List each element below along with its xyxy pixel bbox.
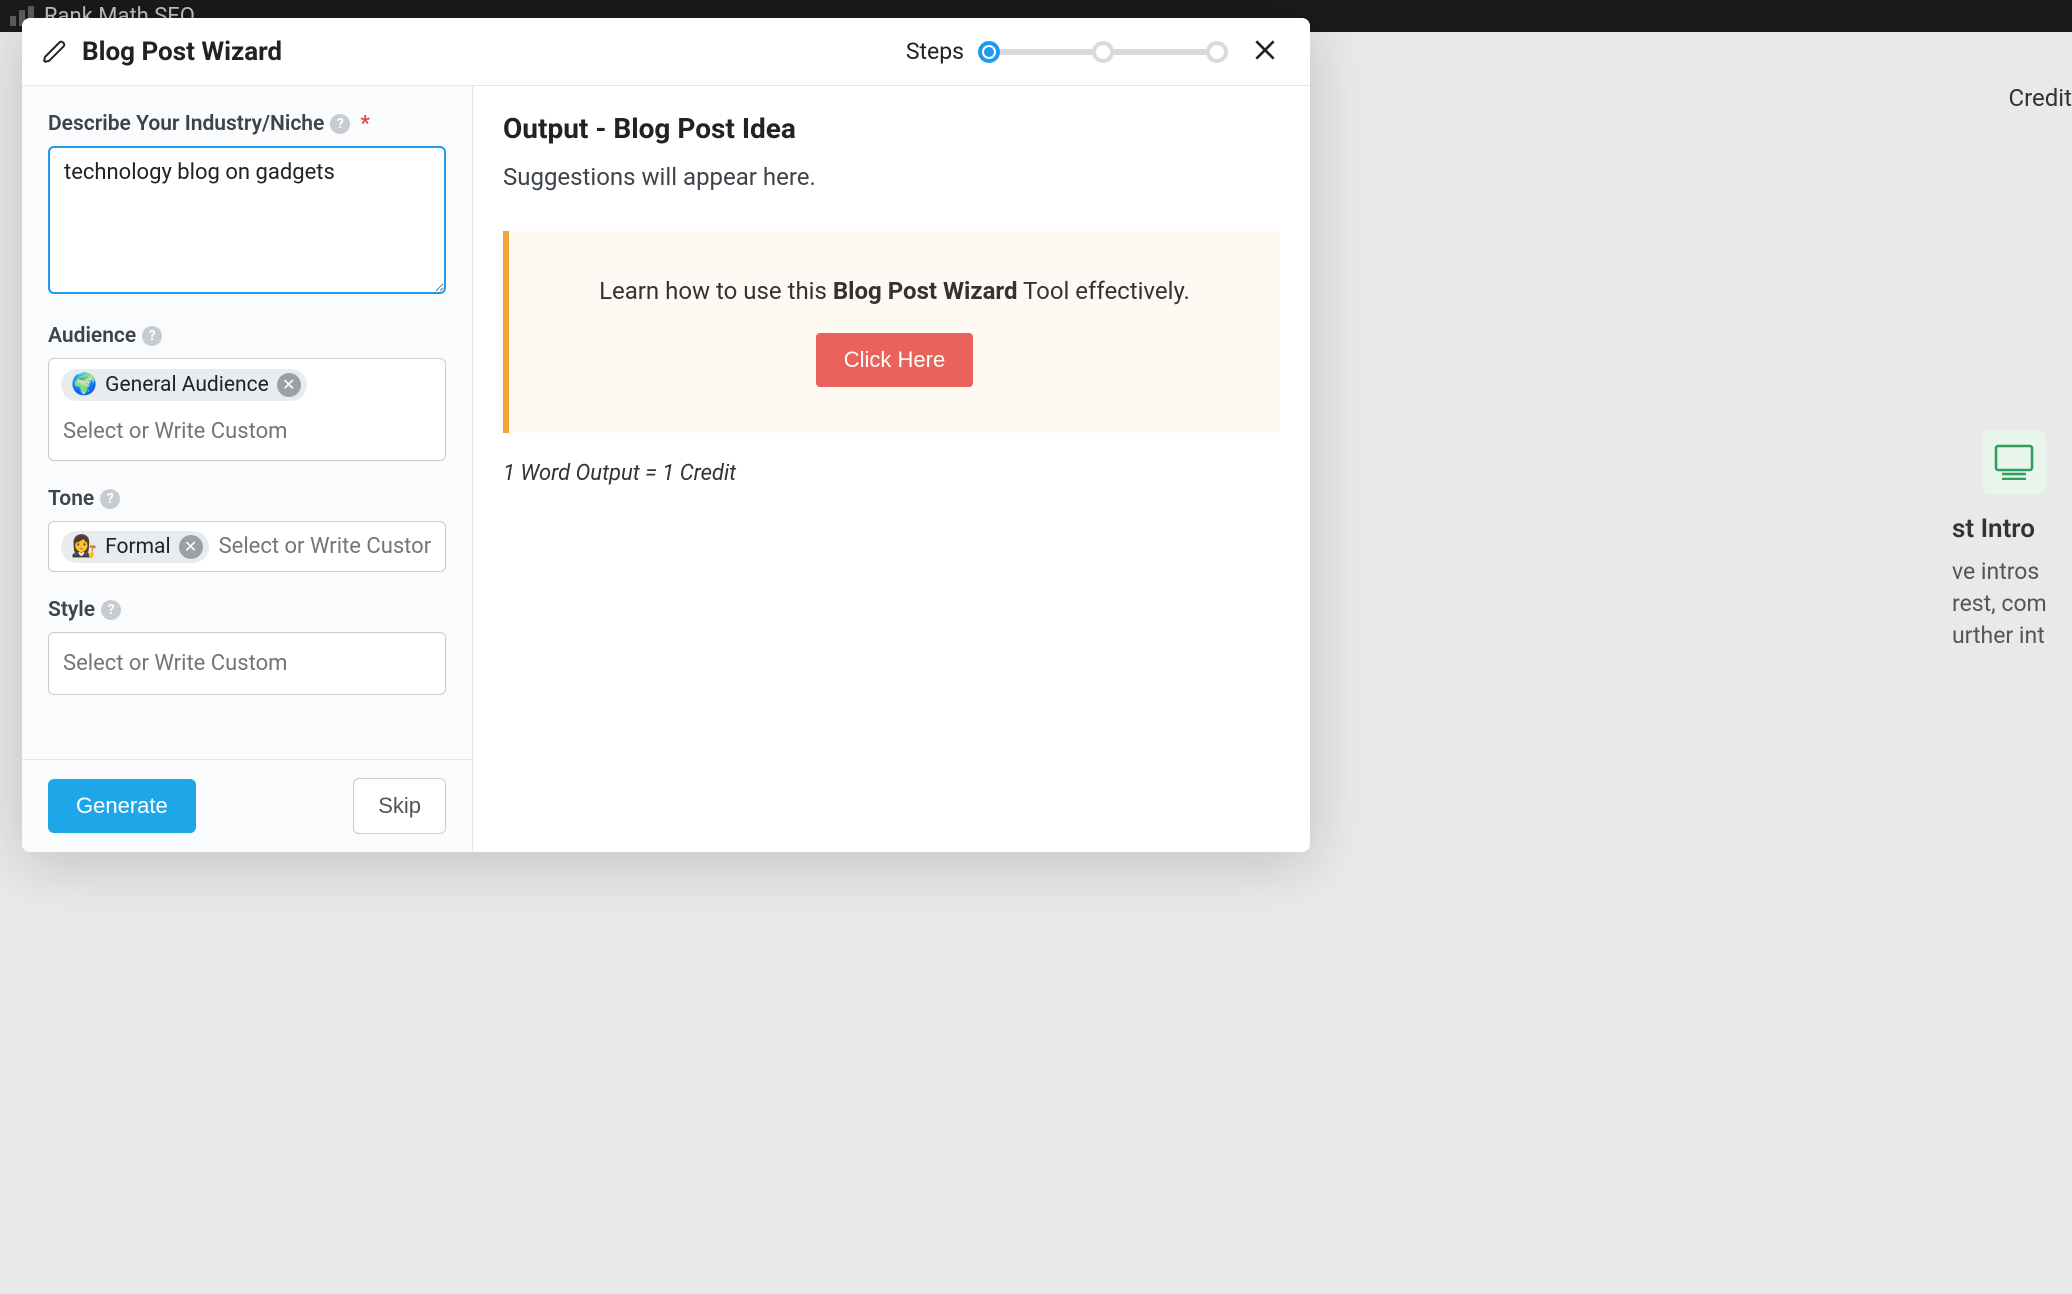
step-2-dot[interactable] bbox=[1092, 41, 1114, 63]
modal-title: Blog Post Wizard bbox=[82, 37, 282, 67]
style-input[interactable] bbox=[48, 632, 446, 695]
help-icon[interactable]: ? bbox=[101, 600, 121, 620]
credits-label: Credit bbox=[2009, 64, 2072, 132]
help-icon[interactable]: ? bbox=[100, 489, 120, 509]
modal-header: Blog Post Wizard Steps bbox=[22, 18, 1310, 86]
generate-button[interactable]: Generate bbox=[48, 779, 196, 833]
chip-label: General Audience bbox=[105, 373, 269, 397]
output-subtitle: Suggestions will appear here. bbox=[503, 163, 1280, 191]
help-icon[interactable]: ? bbox=[330, 114, 350, 134]
steps-label: Steps bbox=[906, 38, 964, 65]
step-line bbox=[1000, 49, 1092, 55]
chip-remove-button[interactable]: ✕ bbox=[277, 373, 301, 397]
audience-input[interactable]: 🌍 General Audience ✕ bbox=[48, 358, 446, 461]
audience-group: Audience ? 🌍 General Audience ✕ bbox=[48, 324, 446, 461]
learn-callout: Learn how to use this Blog Post Wizard T… bbox=[503, 231, 1280, 433]
tone-group: Tone ? 👩‍⚖️ Formal ✕ bbox=[48, 487, 446, 572]
form-footer: Generate Skip bbox=[22, 759, 472, 852]
chip-label: Formal bbox=[105, 535, 170, 559]
help-icon[interactable]: ? bbox=[142, 326, 162, 346]
industry-group: Describe Your Industry/Niche ? * bbox=[48, 112, 446, 298]
audience-label: Audience ? bbox=[48, 324, 446, 348]
style-label: Style ? bbox=[48, 598, 446, 622]
audience-chip: 🌍 General Audience ✕ bbox=[61, 369, 307, 401]
step-3-dot[interactable] bbox=[1206, 41, 1228, 63]
output-panel: Output - Blog Post Idea Suggestions will… bbox=[473, 86, 1310, 852]
tone-chip: 👩‍⚖️ Formal ✕ bbox=[61, 531, 209, 563]
bg-tool-desc: ve intros rest, com urther int bbox=[1952, 556, 2072, 653]
callout-text: Learn how to use this Blog Post Wizard T… bbox=[539, 277, 1250, 305]
blog-post-wizard-modal: Blog Post Wizard Steps Describe Your Ind… bbox=[22, 18, 1310, 852]
tone-label: Tone ? bbox=[48, 487, 446, 511]
industry-input[interactable] bbox=[48, 146, 446, 294]
tone-input[interactable]: 👩‍⚖️ Formal ✕ bbox=[48, 521, 446, 572]
step-line bbox=[1114, 49, 1206, 55]
bg-tool-card: st Intro ve intros rest, com urther int bbox=[1952, 430, 2072, 653]
chip-remove-button[interactable]: ✕ bbox=[179, 535, 203, 559]
close-button[interactable] bbox=[1248, 33, 1282, 71]
style-text-input[interactable] bbox=[61, 641, 433, 686]
pencil-icon bbox=[42, 39, 68, 65]
audience-text-input[interactable] bbox=[61, 407, 433, 456]
required-icon: * bbox=[360, 112, 370, 136]
globe-icon: 🌍 bbox=[71, 373, 97, 397]
form-panel: Describe Your Industry/Niche ? * Audienc… bbox=[22, 86, 473, 852]
step-1-dot[interactable] bbox=[978, 41, 1000, 63]
learn-cta-button[interactable]: Click Here bbox=[816, 333, 973, 387]
judge-icon: 👩‍⚖️ bbox=[71, 535, 97, 559]
monitor-icon bbox=[1982, 430, 2046, 494]
output-title: Output - Blog Post Idea bbox=[503, 112, 1280, 145]
close-icon bbox=[1252, 37, 1278, 63]
skip-button[interactable]: Skip bbox=[353, 778, 446, 834]
credit-note: 1 Word Output = 1 Credit bbox=[503, 461, 1280, 486]
style-group: Style ? bbox=[48, 598, 446, 695]
bg-tool-title: st Intro bbox=[1952, 514, 2072, 544]
steps-indicator: Steps bbox=[906, 38, 1228, 65]
industry-label: Describe Your Industry/Niche ? * bbox=[48, 112, 446, 136]
tone-text-input[interactable] bbox=[217, 530, 433, 563]
